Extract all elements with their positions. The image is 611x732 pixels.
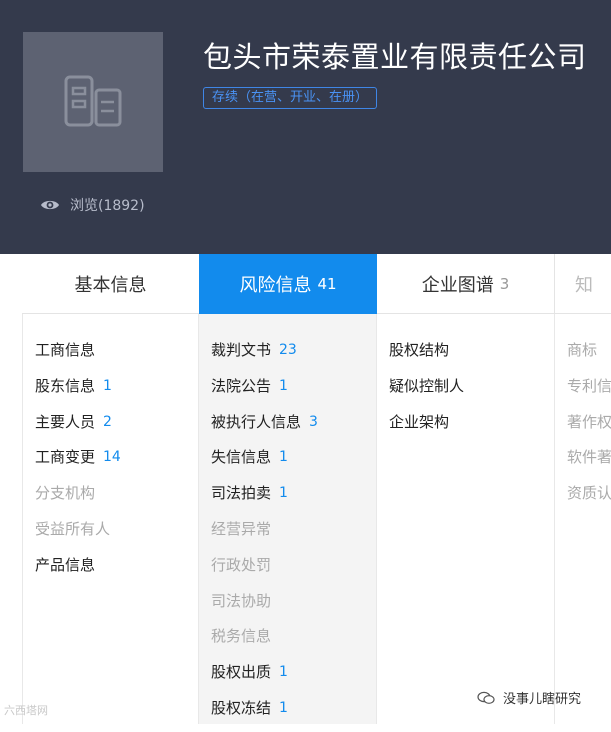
basic-info-column: 工商信息 股东信息 1 主要人员 2 工商变更 14 分支机构 受益所有人 产品… [22,314,199,724]
menu-item-qualifications: 资质认 [567,481,611,517]
menu-item-key-personnel[interactable]: 主要人员 2 [35,410,198,446]
tab-count: 41 [317,275,337,293]
menu-item-count: 1 [279,377,288,394]
tab-intellectual-property[interactable]: 知 [555,254,611,314]
company-name: 包头市荣泰置业有限责任公司 [203,40,587,74]
menu-item-label: 经营异常 [211,519,272,538]
menu-item-label: 裁判文书 [211,341,272,359]
menu-item-equity-freezes[interactable]: 股权冻结 1 [211,696,376,732]
section-tabs: 基本信息 风险信息 41 企业图谱 3 知 [22,254,611,314]
tab-company-graph[interactable]: 企业图谱 3 [377,254,555,314]
menu-item-judicial-auctions[interactable]: 司法拍卖 1 [211,481,376,517]
menu-item-business-changes[interactable]: 工商变更 14 [35,445,198,481]
category-columns: 工商信息 股东信息 1 主要人员 2 工商变更 14 分支机构 受益所有人 产品… [22,314,611,724]
menu-item-count: 1 [279,664,288,681]
wechat-icon [477,691,495,704]
tab-label: 企业图谱 [421,275,494,296]
menu-item-label: 工商信息 [35,341,96,359]
company-header: 浏览(1892) 包头市荣泰置业有限责任公司 存续（在营、开业、在册） [0,0,611,254]
menu-item-label: 软件著 [567,448,611,467]
menu-item-label: 著作权 [567,412,611,431]
menu-item-judgment-debtors[interactable]: 被执行人信息 3 [211,410,376,446]
menu-item-copyrights: 著作权 [567,410,611,446]
menu-item-software-copyrights: 软件著 [567,445,611,481]
menu-item-count: 1 [103,377,112,394]
menu-item-court-notices[interactable]: 法院公告 1 [211,374,376,410]
menu-item-label: 股权出质 [211,663,272,682]
company-graph-column: 股权结构 疑似控制人 企业架构 [377,314,555,724]
menu-item-label: 行政处罚 [211,555,272,574]
tab-basic-info[interactable]: 基本信息 [22,254,199,314]
tab-label: 基本信息 [74,275,147,296]
watermark-left-text: 六西塔网 [4,704,48,717]
watermark-left: 六西塔网 [4,702,48,718]
watermark-right-text: 没事儿瞎研究 [503,692,582,707]
building-icon [64,75,122,127]
menu-item-count: 14 [103,449,121,466]
menu-item-tax-info: 税务信息 [211,624,376,660]
menu-item-label: 股权结构 [389,341,450,359]
menu-item-business-info[interactable]: 工商信息 [35,338,198,374]
menu-item-label: 企业架构 [389,412,450,431]
menu-item-equity-pledges[interactable]: 股权出质 1 [211,660,376,696]
menu-item-label: 股东信息 [35,376,96,395]
menu-item-branches: 分支机构 [35,481,198,517]
menu-item-suspected-controller[interactable]: 疑似控制人 [389,374,554,410]
menu-item-label: 分支机构 [35,484,96,503]
menu-item-label: 失信信息 [211,448,272,467]
menu-item-count: 2 [103,413,112,430]
tab-label: 知 [575,275,593,296]
view-count: 浏览(1892) [40,194,145,216]
tab-label: 风险信息 [239,275,312,296]
menu-item-trademarks: 商标 [567,338,611,374]
menu-item-label: 司法协助 [211,591,272,610]
menu-item-judicial-assistance: 司法协助 [211,589,376,625]
menu-item-beneficial-owners: 受益所有人 [35,517,198,553]
menu-item-label: 司法拍卖 [211,484,272,503]
menu-item-label: 商标 [567,341,598,359]
menu-item-label: 税务信息 [211,627,272,646]
tab-count: 3 [499,275,510,293]
menu-item-count: 3 [309,413,318,430]
menu-item-label: 法院公告 [211,376,272,395]
risk-info-column: 裁判文书 23 法院公告 1 被执行人信息 3 失信信息 1 司法拍卖 1 经营… [199,314,377,724]
company-logo [23,32,163,172]
menu-item-label: 疑似控制人 [389,376,465,395]
menu-item-equity-structure[interactable]: 股权结构 [389,338,554,374]
menu-item-count: 23 [279,342,297,358]
menu-item-corporate-structure[interactable]: 企业架构 [389,410,554,446]
menu-item-label: 股权冻结 [211,698,272,717]
menu-item-patents: 专利信 [567,374,611,410]
intellectual-property-column: 商标 专利信 著作权 软件著 资质认 [555,314,611,724]
menu-item-label: 专利信 [567,376,611,395]
watermark-right: 没事儿瞎研究 [477,688,581,707]
menu-item-admin-penalties: 行政处罚 [211,553,376,589]
menu-item-dishonest-records[interactable]: 失信信息 1 [211,445,376,481]
tab-risk-info[interactable]: 风险信息 41 [199,254,377,314]
menu-item-label: 资质认 [567,484,611,503]
menu-item-label: 主要人员 [35,412,96,431]
menu-item-operating-anomalies: 经营异常 [211,517,376,553]
menu-item-label: 工商变更 [35,448,96,467]
eye-icon [41,200,59,210]
menu-item-judgments[interactable]: 裁判文书 23 [211,338,376,374]
menu-item-label: 产品信息 [35,555,96,574]
menu-item-count: 1 [279,699,288,716]
status-badge: 存续（在营、开业、在册） [203,87,378,109]
menu-item-product-info[interactable]: 产品信息 [35,553,198,589]
menu-item-shareholders[interactable]: 股东信息 1 [35,374,198,410]
menu-item-label: 受益所有人 [35,519,111,538]
menu-item-count: 1 [279,485,288,502]
view-count-label: 浏览(1892) [70,198,145,214]
menu-item-label: 被执行人信息 [211,412,302,431]
menu-item-count: 1 [279,449,288,466]
